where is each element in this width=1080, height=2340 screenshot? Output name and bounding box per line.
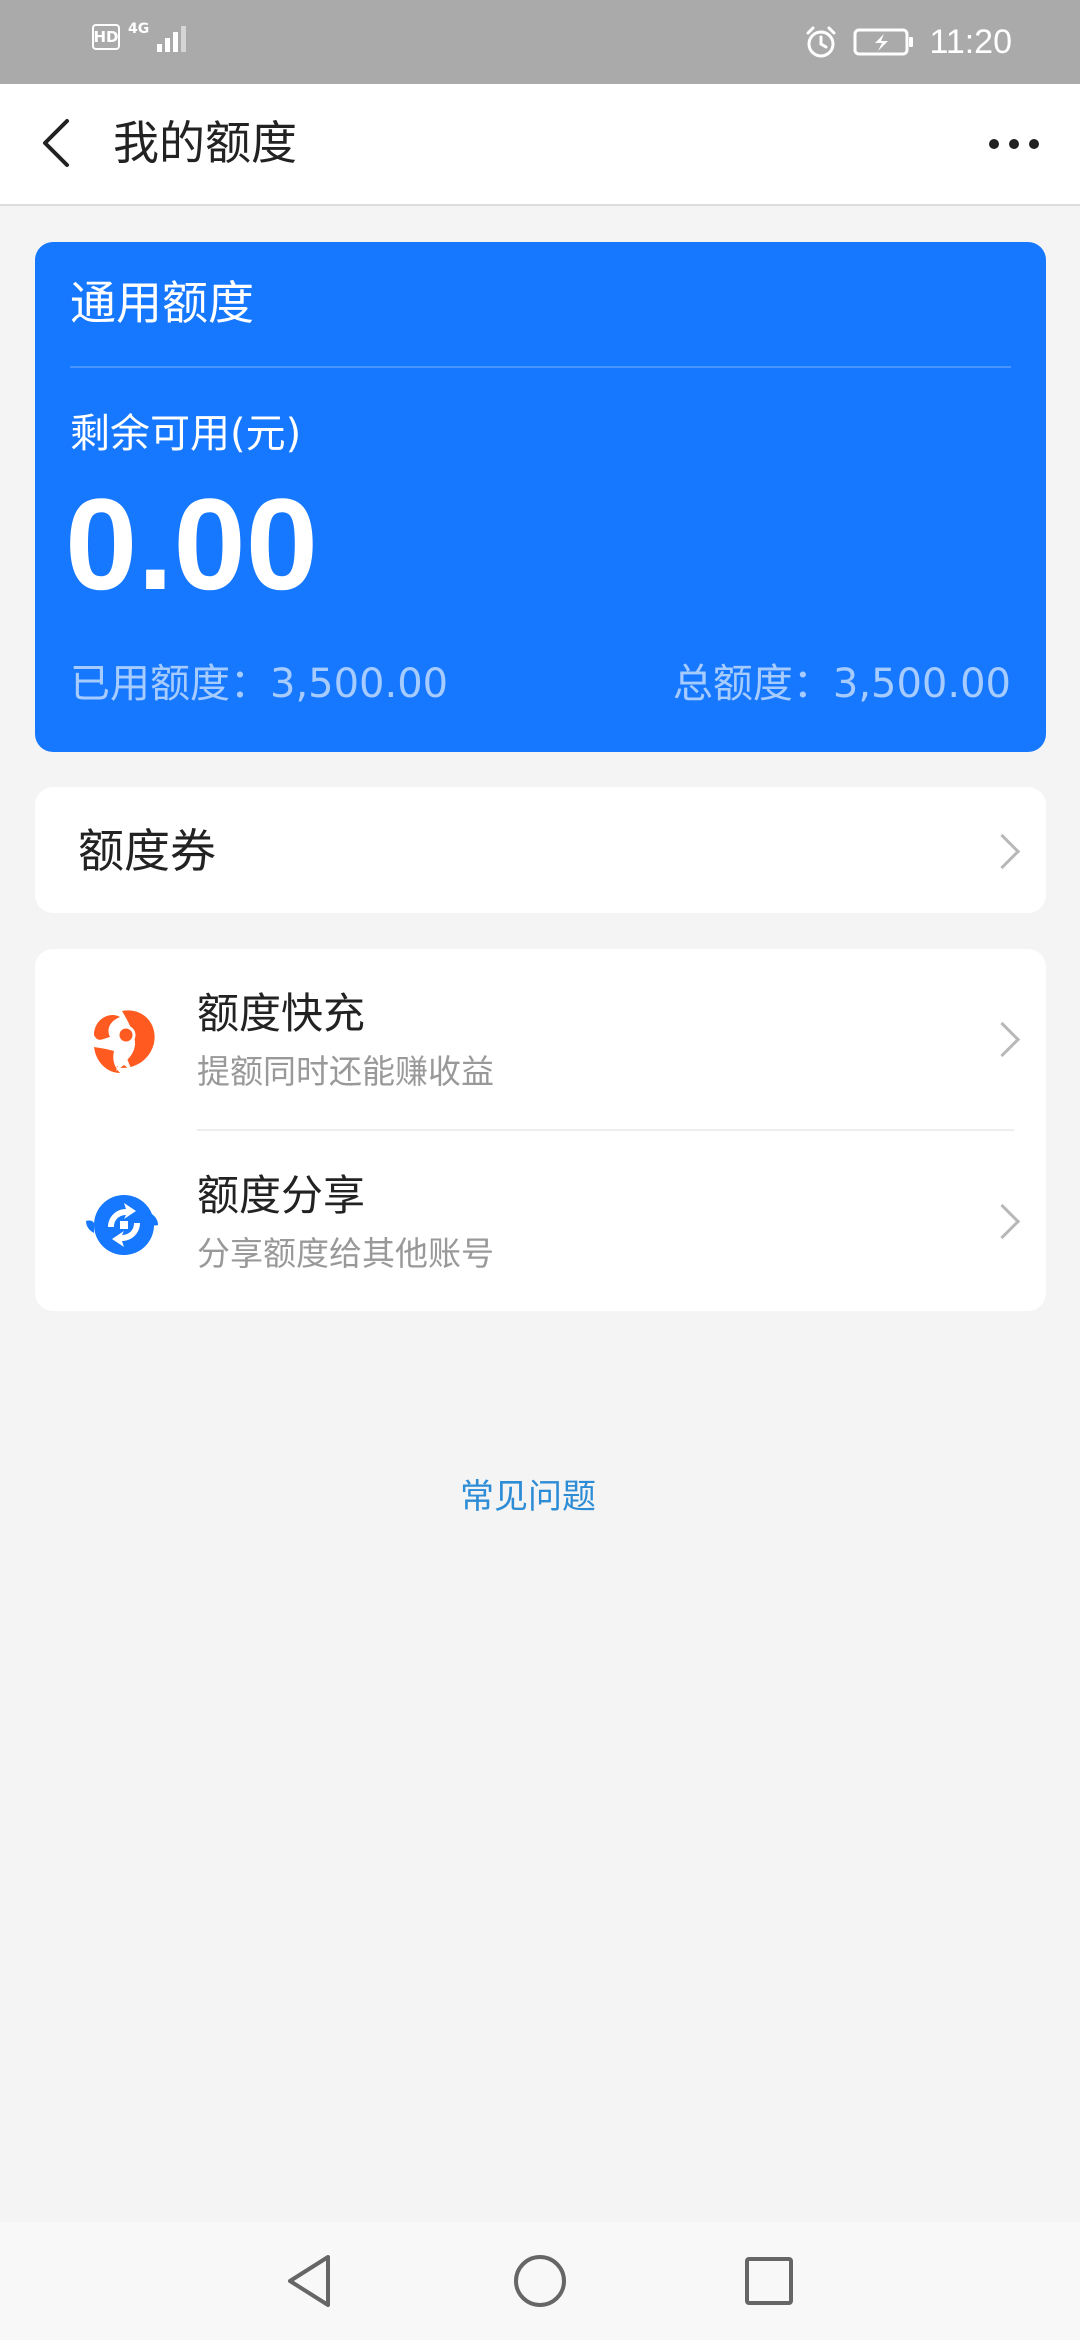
status-right: 11:20 xyxy=(803,18,1012,66)
network-type: 4G xyxy=(128,21,150,37)
app-header: 我的额度 xyxy=(0,84,1080,206)
nav-home-button[interactable] xyxy=(505,2246,575,2316)
total-quota: 总额度：3,500.00 xyxy=(672,661,1011,707)
share-icon xyxy=(86,1195,158,1255)
quick-charge-title: 额度快充 xyxy=(197,989,366,1038)
quota-share-title: 额度分享 xyxy=(197,1171,366,1220)
quota-coupon-row[interactable]: 额度券 xyxy=(35,787,1046,913)
more-dot xyxy=(1029,139,1039,149)
more-dot xyxy=(1009,139,1019,149)
status-time: 11:20 xyxy=(929,22,1012,61)
remaining-label: 剩余可用(元) xyxy=(70,411,302,457)
page-title: 我的额度 xyxy=(113,116,297,170)
quick-charge-subtitle: 提额同时还能赚收益 xyxy=(197,1052,494,1091)
triangle-back-icon xyxy=(288,2255,330,2307)
system-nav-bar xyxy=(0,2222,1080,2340)
signal-icon xyxy=(157,22,187,52)
used-quota: 已用额度：3,500.00 xyxy=(70,661,449,707)
remaining-value: 0.00 xyxy=(65,471,319,617)
circle-home-icon xyxy=(514,2255,566,2307)
quota-card-title: 通用额度 xyxy=(70,276,254,330)
status-bar: HD 4G 11:20 xyxy=(0,0,1080,84)
chevron-right-icon xyxy=(984,1203,1021,1240)
status-left: HD 4G xyxy=(92,21,187,52)
actions-card: 额度快充 提额同时还能赚收益 额度分享 分享额度给其他账号 xyxy=(35,949,1046,1311)
chevron-right-icon xyxy=(984,833,1021,870)
quick-charge-row[interactable]: 额度快充 提额同时还能赚收益 xyxy=(35,949,1046,1129)
alarm-icon xyxy=(806,26,836,58)
back-button[interactable] xyxy=(26,108,86,178)
square-recents-icon xyxy=(745,2257,793,2305)
quota-share-row[interactable]: 额度分享 分享额度给其他账号 xyxy=(35,1131,1046,1311)
quota-coupon-label: 额度券 xyxy=(78,824,216,878)
more-button[interactable] xyxy=(974,114,1054,174)
chevron-right-icon xyxy=(984,1021,1021,1058)
nav-recents-button[interactable] xyxy=(734,2246,804,2316)
chevron-left-icon xyxy=(43,119,69,167)
hd-badge: HD xyxy=(92,24,120,50)
card-divider xyxy=(70,366,1011,368)
battery-charging-icon xyxy=(853,28,914,56)
quota-card: 通用额度 剩余可用(元) 0.00 已用额度：3,500.00 总额度：3,50… xyxy=(35,242,1046,752)
nav-back-button[interactable] xyxy=(274,2246,344,2316)
quota-share-subtitle: 分享额度给其他账号 xyxy=(197,1234,494,1273)
quick-charge-icon xyxy=(94,1010,155,1073)
faq-link[interactable]: 常见问题 xyxy=(0,1472,1056,1522)
more-dot xyxy=(989,139,999,149)
